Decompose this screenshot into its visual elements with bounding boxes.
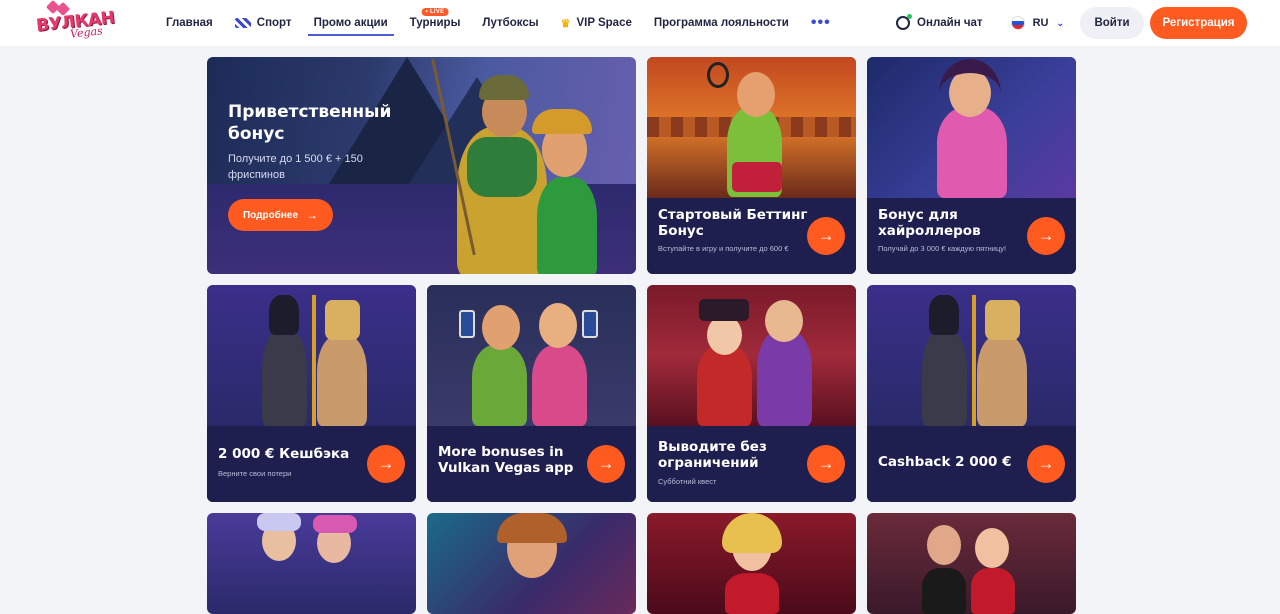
arrow-right-icon[interactable]: → [807, 217, 845, 255]
promo-card-cashback-en[interactable]: Cashback 2 000 € → [867, 285, 1076, 502]
promo-card-partial[interactable] [867, 513, 1076, 614]
more-details-button[interactable]: Подробнее → [228, 199, 333, 231]
hair-art [722, 513, 782, 553]
promo-card-highroller[interactable]: Бонус для хайроллеров Получай до 3 000 €… [867, 57, 1076, 274]
card-title: Выводите без ограничений [658, 439, 767, 471]
card-subtitle: Вступайте в игру и получите до 600 € [658, 244, 789, 253]
card-subtitle: Субботний квест [658, 477, 717, 486]
chat-icon [896, 14, 913, 30]
nav-label: Спорт [256, 17, 292, 29]
arrow-right-icon[interactable]: → [807, 445, 845, 483]
main-nav: Главная Спорт Промо акции • LIVE Турниры … [160, 0, 847, 46]
chat-label: Онлайн чат [917, 17, 983, 29]
pink-woman-illustration [867, 57, 1076, 198]
hair-art [497, 513, 567, 543]
dress-art [725, 573, 779, 614]
girls-with-phones-illustration [427, 285, 636, 426]
nav-label: Главная [166, 17, 213, 29]
promo-card-welcome[interactable]: Приветственный бонус Получите до 1 500 €… [207, 57, 636, 274]
egyptian-gods-illustration [207, 285, 416, 426]
nav-lootboxes[interactable]: Лутбоксы [476, 0, 544, 46]
dress-art [971, 568, 1015, 614]
nav-sport[interactable]: Спорт [229, 0, 298, 46]
card-panel: Бонус для хайроллеров Получай до 3 000 €… [867, 198, 1076, 274]
card-panel: Cashback 2 000 € → [867, 426, 1076, 502]
jesters-illustration [647, 285, 856, 426]
nav-label: VIP Space [576, 17, 632, 29]
live-badge: • LIVE [421, 8, 449, 16]
card-subtitle: Верните свои потери [218, 469, 292, 478]
card-title: Cashback 2 000 € [878, 454, 1012, 470]
nav-more[interactable]: ••• [805, 0, 837, 46]
card-title: Бонус для хайроллеров [878, 207, 981, 239]
hair-art [257, 513, 301, 531]
register-button[interactable]: Регистрация [1150, 7, 1247, 39]
flag-icon [1010, 16, 1025, 30]
nav-label: Турниры [409, 17, 461, 29]
promo-card-withdraw[interactable]: Выводите без ограничений Субботний квест… [647, 285, 856, 502]
suit-art [922, 568, 966, 614]
login-button[interactable]: Войти [1080, 7, 1144, 39]
promo-card-betting[interactable]: Стартовый Беттинг Бонус Вступайте в игру… [647, 57, 856, 274]
card-subtitle: Получай до 3 000 € каждую пятницу! [878, 244, 1007, 253]
hair-art [313, 515, 357, 533]
arrow-right-icon[interactable]: → [367, 445, 405, 483]
sport-icon [234, 18, 251, 28]
hero-subtitle: Получите до 1 500 € + 150 фриспинов [228, 153, 363, 181]
character-illustration [975, 528, 1009, 568]
card-panel: More bonuses in Vulkan Vegas app → [427, 426, 636, 502]
language-selector[interactable]: RU ⌄ [1010, 16, 1064, 30]
card-panel: 2 000 € Кешбэка Верните свои потери → [207, 426, 416, 502]
card-title: More bonuses in Vulkan Vegas app [438, 444, 574, 476]
online-chat-link[interactable]: Онлайн чат [896, 14, 983, 30]
promo-card-partial[interactable] [647, 513, 856, 614]
promo-card-partial[interactable] [427, 513, 636, 614]
hero-title: Приветственный бонус [228, 102, 392, 144]
nav-label: Программа лояльности [653, 17, 789, 29]
crown-icon: ♛ [560, 17, 571, 30]
arrow-right-icon: → [306, 208, 319, 222]
logo[interactable]: ВУЛКАН Vegas [32, 0, 115, 44]
arrow-right-icon[interactable]: → [587, 445, 625, 483]
girl-illustration [527, 97, 607, 274]
arrow-right-icon[interactable]: → [1027, 445, 1065, 483]
nav-home[interactable]: Главная [160, 0, 219, 46]
tennis-player-illustration [647, 57, 856, 198]
language-label: RU [1032, 17, 1049, 29]
nav-label: Промо акции [313, 17, 388, 29]
site-header: ВУЛКАН Vegas Главная Спорт Промо акции •… [0, 0, 1280, 46]
card-title: 2 000 € Кешбэка [218, 446, 350, 462]
card-panel: Стартовый Беттинг Бонус Вступайте в игру… [647, 198, 856, 274]
logo-subtext: Vegas [69, 24, 104, 41]
nav-tournaments[interactable]: • LIVE Турниры [404, 0, 467, 46]
character-illustration [927, 525, 961, 565]
egyptian-gods-illustration [867, 285, 1076, 426]
promo-card-app[interactable]: More bonuses in Vulkan Vegas app → [427, 285, 636, 502]
arrow-right-icon[interactable]: → [1027, 217, 1065, 255]
nav-vip[interactable]: ♛ VIP Space [555, 0, 638, 46]
nav-loyalty[interactable]: Программа лояльности [648, 0, 795, 46]
nav-label: Лутбоксы [482, 17, 539, 29]
promo-card-cashback-ru[interactable]: 2 000 € Кешбэка Верните свои потери → [207, 285, 416, 502]
nav-promo[interactable]: Промо акции [307, 0, 394, 46]
header-actions: Онлайн чат RU ⌄ Войти Регистрация [896, 0, 1247, 46]
promo-card-partial[interactable] [207, 513, 416, 614]
more-icon: ••• [810, 14, 831, 31]
chevron-down-icon: ⌄ [1056, 17, 1064, 28]
button-label: Подробнее [242, 209, 299, 221]
card-panel: Выводите без ограничений Субботний квест… [647, 426, 856, 502]
card-title: Стартовый Беттинг Бонус [658, 207, 808, 239]
